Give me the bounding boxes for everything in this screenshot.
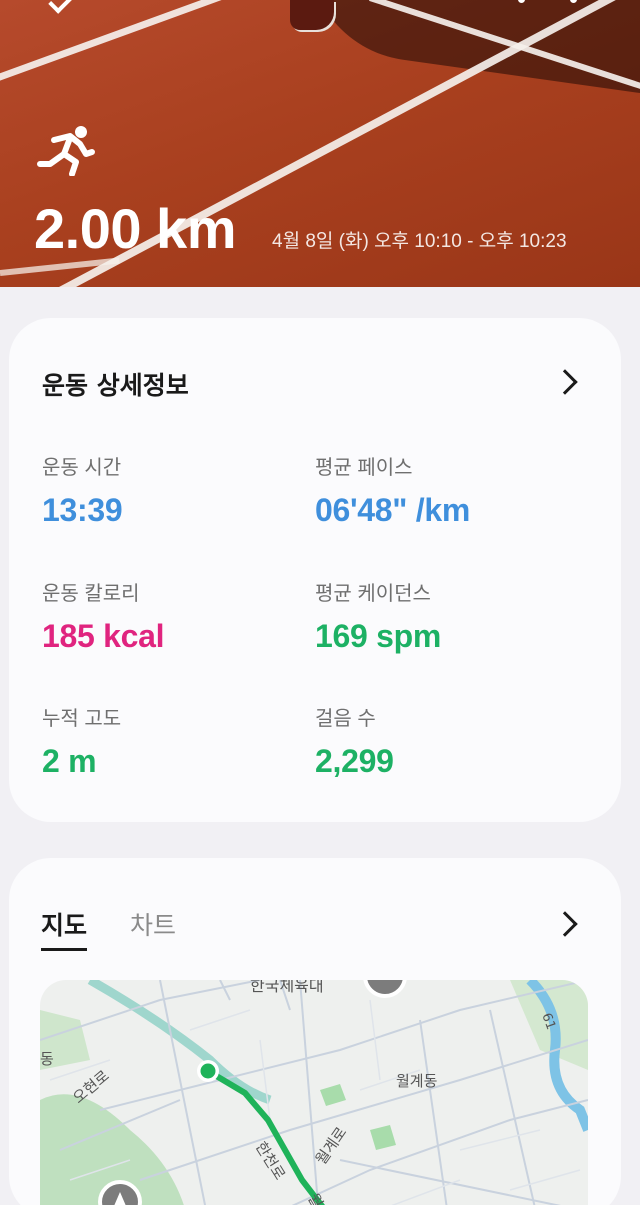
metric-label: 누적 고도 [42, 708, 122, 730]
workout-datetime: 4월 8일 (화) 오후 10:10 - 오후 10:23 [272, 231, 567, 252]
chevron-right-icon[interactable] [552, 911, 578, 937]
workout-hero-banner: 2.00 km 4월 8일 (화) 오후 10:10 - 오후 10:23 [0, 0, 640, 287]
dot [570, 0, 577, 3]
metric-label: 운동 시간 [42, 457, 122, 479]
chevron-right-icon[interactable] [552, 369, 578, 395]
map-label: 동 [40, 1050, 54, 1068]
metric-value: 06'48" /km [315, 492, 471, 528]
metric-steps: 걸음 수 2,299 [315, 702, 585, 780]
metric-average-pace: 평균 페이스 06'48" /km [315, 451, 585, 529]
workout-details-card[interactable]: 운동 상세정보 운동 시간 13:39 평균 페이스 06'48" /km 운동… [9, 318, 621, 822]
map-label: 월계동 [396, 1072, 438, 1090]
metric-label: 운동 칼로리 [42, 583, 140, 605]
more-vertical-icon[interactable] [518, 0, 578, 10]
metric-value: 2 m [42, 743, 97, 779]
running-icon [37, 126, 95, 176]
metric-workout-time: 운동 시간 13:39 [42, 451, 312, 529]
tab-chart[interactable]: 차트 [130, 906, 176, 942]
card-title: 운동 상세정보 [42, 371, 189, 400]
metric-elevation-gain: 누적 고도 2 m [42, 702, 312, 780]
back-arrow-icon[interactable] [48, 0, 74, 14]
runner-shoe-image [290, 0, 334, 30]
map-canvas [40, 980, 588, 1205]
metric-average-cadence: 평균 케이던스 169 spm [315, 577, 585, 655]
tab-map[interactable]: 지도 [41, 906, 88, 951]
metric-value: 2,299 [315, 743, 394, 779]
metric-value: 169 spm [315, 618, 441, 654]
route-map-card: 지도 차트 한국체육대 동 오현로 월계동 한천로 월계로 61 [9, 858, 621, 1205]
metric-value: 185 kcal [42, 618, 165, 654]
metric-value: 13:39 [42, 492, 123, 528]
metric-calories: 운동 칼로리 185 kcal [42, 577, 312, 655]
metric-label: 걸음 수 [315, 708, 376, 730]
metric-label: 평균 페이스 [315, 457, 413, 479]
route-map[interactable]: 한국체육대 동 오현로 월계동 한천로 월계로 월계로 61 [40, 980, 588, 1205]
metric-label: 평균 케이던스 [315, 583, 431, 605]
dot [518, 0, 525, 3]
map-label: 한국체육대 [250, 980, 324, 995]
workout-distance: 2.00 km [34, 197, 237, 260]
